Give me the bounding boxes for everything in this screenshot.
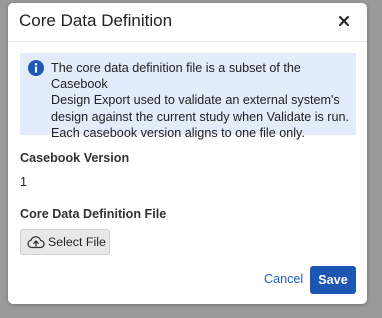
casebook-version-label: Casebook Version: [20, 151, 130, 165]
select-file-label: Select File: [48, 235, 106, 249]
select-file-button[interactable]: Select File: [20, 229, 110, 255]
info-banner: The core data definition file is a subse…: [20, 53, 356, 140]
dialog-header: Core Data Definition: [8, 3, 367, 42]
info-line: Each casebook version aligns to one file…: [51, 125, 305, 140]
casebook-version-value: 1: [20, 175, 28, 189]
info-message: The core data definition file is a subse…: [51, 60, 353, 141]
core-data-definition-file-label: Core Data Definition File: [20, 207, 167, 221]
cancel-button[interactable]: Cancel: [264, 272, 303, 286]
info-line: Design Export used to validate an extern…: [51, 93, 340, 108]
info-icon: [28, 60, 44, 76]
info-line: design against the current study when Va…: [51, 109, 349, 124]
dialog-title: Core Data Definition: [19, 11, 173, 30]
save-button[interactable]: Save: [310, 266, 356, 294]
core-data-definition-dialog: Core Data Definition The core data defin…: [8, 3, 367, 304]
info-line: The core data definition file is a subse…: [51, 61, 301, 92]
close-icon[interactable]: [334, 11, 354, 31]
cloud-upload-icon: [27, 235, 45, 249]
